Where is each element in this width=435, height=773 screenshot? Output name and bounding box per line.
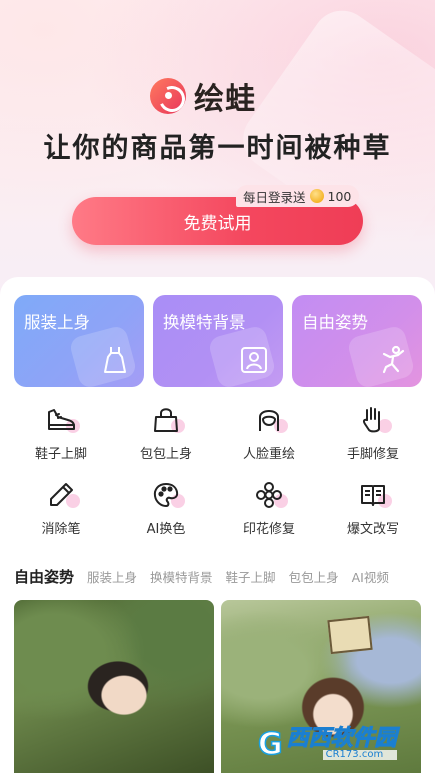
reward-amount: 100 [327,188,352,204]
hand-icon [356,403,392,437]
pose-figure-icon [378,345,408,375]
tool-label: 手脚修复 [346,447,399,462]
daily-reward-badge: 每日登录送 100 [236,185,360,207]
tool-hand-foot-repair[interactable]: 手脚修复 [328,403,418,462]
tool-shoes-try-on[interactable]: 鞋子上脚 [16,403,106,462]
card-free-pose[interactable]: 自由姿势 [292,295,422,387]
tab-shoes-try-on[interactable]: 鞋子上脚 [226,567,276,586]
tool-article-rewrite[interactable]: 爆文改写 [328,478,418,537]
tool-label: 印花修复 [242,522,295,537]
tool-face-redraw[interactable]: 人脸重绘 [224,403,314,462]
tool-ai-recolor[interactable]: AI换色 [121,478,211,537]
watermark-brand: 西西软件园 [286,726,397,751]
category-tabs: 自由姿势 服装上身 换模特背景 鞋子上脚 包包上身 AI视频 [14,566,389,587]
app-logo: 绘蛙 [150,74,256,118]
card-change-model-background[interactable]: 换模特背景 [153,295,283,387]
coin-icon [309,189,324,203]
reward-text: 每日登录送 [243,189,306,205]
photo-sign-prop [327,615,373,655]
gallery-photo[interactable] [14,600,214,773]
tool-label: 鞋子上脚 [34,447,87,462]
headline: 让你的商品第一时间被种草 [43,133,392,164]
tab-bag-try-on[interactable]: 包包上身 [289,567,339,586]
eraser-pen-icon [44,478,80,512]
app-name: 绘蛙 [194,82,256,117]
tool-label: 爆文改写 [346,522,399,537]
flower-pattern-icon [252,478,288,512]
tool-print-repair[interactable]: 印花修复 [224,478,314,537]
tab-change-model-background[interactable]: 换模特背景 [150,567,213,586]
tool-label: 人脸重绘 [242,447,295,462]
tab-free-pose[interactable]: 自由姿势 [14,566,74,587]
watermark-logo-icon: G [257,726,283,763]
dress-icon [100,345,130,375]
sneaker-icon [44,403,80,437]
card-label: 服装上身 [24,313,90,332]
card-clothing-try-on[interactable]: 服装上身 [14,295,144,387]
tab-ai-video[interactable]: AI视频 [352,567,389,586]
tool-label: 消除笔 [41,522,81,537]
logo-icon [150,78,186,114]
book-icon [356,478,392,512]
tool-label: AI换色 [146,522,186,537]
watermark-site: CR173.com [322,750,397,760]
handbag-icon [149,403,185,437]
site-watermark: G 西西软件园 CR173.com [257,726,428,763]
face-icon [252,403,288,437]
tab-clothing-try-on[interactable]: 服装上身 [87,567,137,586]
tool-eraser-pen[interactable]: 消除笔 [16,478,106,537]
palette-icon [149,478,185,512]
portrait-icon [239,345,269,375]
tool-label: 包包上身 [139,447,192,462]
tool-bag-try-on[interactable]: 包包上身 [121,403,211,462]
card-label: 自由姿势 [302,313,368,332]
card-label: 换模特背景 [163,313,246,332]
